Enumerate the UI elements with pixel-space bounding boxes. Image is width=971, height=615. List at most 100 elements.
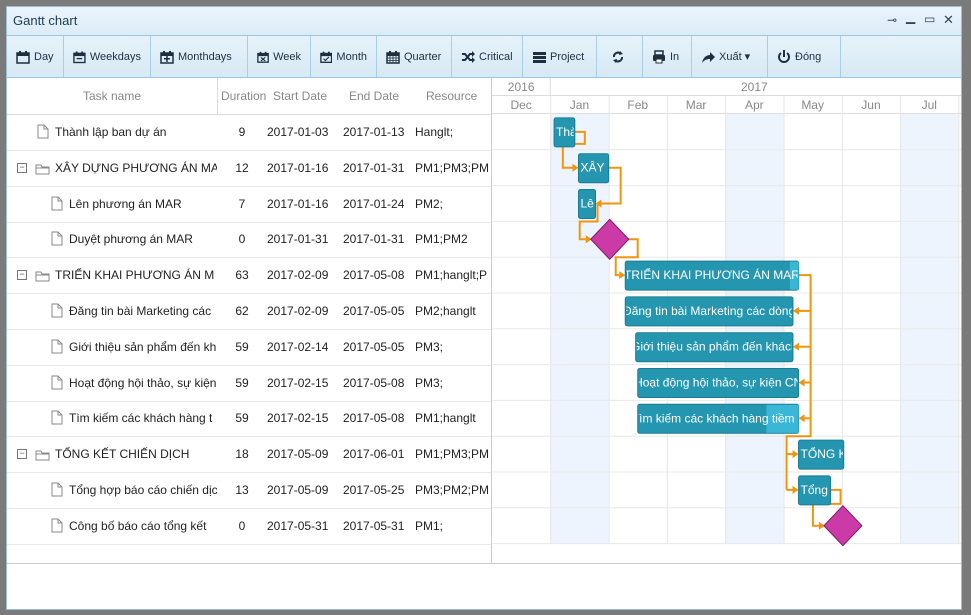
table-row[interactable]: Đăng tin bài Marketing các 62 2017-02-09 20… [7,294,491,330]
toolbar-button-quarter[interactable]: Quarter [377,36,452,77]
task-bar-label: Tìm kiếm các khách hàng tiềm n [632,411,805,425]
table-row[interactable]: − TỔNG KẾT CHIẾN DỊCH 18 2017-05-09 2017-06-… [7,437,491,474]
folder-icon [35,450,50,461]
collapse-toggle[interactable]: − [17,270,27,281]
file-icon [51,482,63,497]
share-icon [702,51,715,63]
toolbar-button--ng[interactable]: Đóng [768,36,841,77]
task-name: Công bố báo cáo tổng kết [69,518,207,533]
task-duration: 9 [238,125,246,139]
grid-header: Task name Duration Start Date End Date R… [7,78,491,115]
calendar-check-icon [320,51,333,63]
task-start: 2017-05-31 [267,518,329,533]
window-title: Gantt chart [13,13,78,28]
table-row[interactable]: Lên phương án MAR 7 2017-01-16 2017-01-24 PM… [7,187,491,223]
file-icon [51,375,63,390]
task-duration: 59 [235,339,249,354]
task-start: 2017-02-09 [267,304,329,318]
pin-icon[interactable]: ⊸ [887,13,897,27]
task-bar-label: Giới thiệu sản phẩm đến khách [631,340,798,354]
toolbar-button-label: Monthdays [178,50,232,63]
link-arrow-icon [792,450,799,459]
col-start-date[interactable]: Start Date [273,89,327,103]
maximize-icon[interactable]: ▭ [924,12,935,26]
table-row[interactable]: Tìm kiếm các khách hàng t 59 2017-02-15 201… [7,401,491,438]
table-row[interactable]: − TRIỂN KHAI PHƯƠNG ÁN M 63 2017-02-09 2017-… [7,258,491,295]
toolbar-button-monthdays[interactable]: Monthdays [151,36,248,77]
task-resource: PM1;PM2 [415,232,468,247]
task-end: 2017-01-31 [343,232,405,247]
task-duration: 62 [235,304,249,318]
task-duration: 7 [238,196,246,211]
month-label: May [801,98,824,112]
collapse-toggle[interactable]: − [17,449,27,460]
task-name: Hoạt động hội thảo, sự kiện [69,375,217,390]
toolbar: Day Weekdays Monthdays Week Month Quarter Crit… [7,36,961,78]
toolbar-button-label: Critical [479,50,513,63]
server-icon [533,51,546,63]
toolbar-button-label: Day [34,50,54,63]
gantt-window: Gantt chart ⊸ ▁ ▭ ✕ Day Weekdays Monthdays… [6,6,962,610]
table-row[interactable]: Duyệt phương án MAR 0 2017-01-31 2017-01-31… [7,222,491,259]
task-start: 2017-02-15 [267,411,329,426]
year-label: 2017 [741,80,768,94]
toolbar-button-label: Xuất ▾ [719,51,751,63]
minimize-icon[interactable]: ▁ [906,10,915,24]
task-end: 2017-05-25 [343,483,405,497]
toolbar-button-week[interactable]: Week [248,36,311,77]
task-end: 2017-05-08 [343,268,405,283]
col-resource[interactable]: Resource [426,89,477,103]
gantt-chart-area: 2016 2017 Dec Jan Feb Mar Apr May Jun Jul Thà XÂY D… [492,78,961,564]
toolbar-button-label: Đóng [795,50,822,63]
toolbar-button-refresh[interactable] [597,36,643,77]
table-row[interactable]: Tổng hợp báo cáo chiến dịc 13 2017-05-09 20… [7,473,491,509]
task-end: 2017-01-13 [343,125,405,139]
toolbar-button-day[interactable]: Day [7,36,64,77]
table-row[interactable]: Giới thiệu sản phẩm đến kh 59 2017-02-14 20… [7,330,491,366]
calendar-x-icon [257,51,269,63]
toolbar-button-weekdays[interactable]: Weekdays [64,36,151,77]
toolbar-button-label: Week [273,50,301,63]
power-icon [778,49,790,63]
toolbar-button-critical[interactable]: Critical [452,36,523,77]
task-end: 2017-05-08 [343,411,405,426]
task-name: TRIỂN KHAI PHƯƠNG ÁN M [55,268,215,283]
task-end: 2017-05-05 [343,339,405,354]
milestone-diamond[interactable] [823,504,863,547]
collapse-toggle[interactable]: − [17,162,27,173]
task-bar-label: Đăng tin bài Marketing các dòng [623,304,795,318]
task-start: 2017-01-16 [267,160,329,175]
folder-icon [35,271,50,282]
task-resource: PM1; [415,518,444,533]
link-arrow-icon [798,414,805,423]
calendar-plus-icon [160,50,174,64]
close-icon[interactable]: ✕ [943,12,954,28]
task-bar-label: Hoạt động hội thảo, sự kiện CN [634,376,802,390]
table-row[interactable]: − XÂY DỰNG PHƯƠNG ÁN MA 12 2017-01-16 2017-0… [7,151,491,187]
task-resource: Hanglt; [415,125,454,139]
file-icon [51,410,63,425]
task-bar-label: TRIỂN KHAI PHƯƠNG ÁN MAR [624,267,800,282]
table-row[interactable]: Công bố báo cáo tổng kết 0 2017-05-31 2017-… [7,509,491,545]
col-duration[interactable]: Duration [221,89,266,103]
table-row[interactable]: Hoạt động hội thảo, sự kiện 59 2017-02-15 2… [7,366,491,402]
task-end: 2017-05-08 [343,375,405,390]
task-resource: PM1;PM3;PM [415,160,490,175]
task-start: 2017-01-31 [267,232,329,247]
task-resource: PM1;hanglt;P [415,268,488,283]
task-name: Tìm kiếm các khách hàng t [69,411,213,426]
task-end: 2017-06-01 [343,447,405,462]
link-arrow-icon [798,378,805,387]
task-resource: PM3; [415,339,444,354]
col-task-name[interactable]: Task name [83,89,141,103]
col-end-date[interactable]: End Date [349,89,399,103]
task-name: Đăng tin bài Marketing các [69,304,212,318]
toolbar-button-in[interactable]: In [643,36,692,77]
toolbar-button-month[interactable]: Month [311,36,377,77]
toolbar-button-label: In [670,50,680,63]
toolbar-button-project[interactable]: Project [523,36,597,77]
task-end: 2017-05-31 [343,518,405,533]
table-row[interactable]: Thành lập ban dự án 9 2017-01-03 2017-01-13… [7,115,491,151]
toolbar-button-xu-t[interactable]: Xuất ▾ [692,36,768,77]
month-label: Jun [861,98,880,112]
